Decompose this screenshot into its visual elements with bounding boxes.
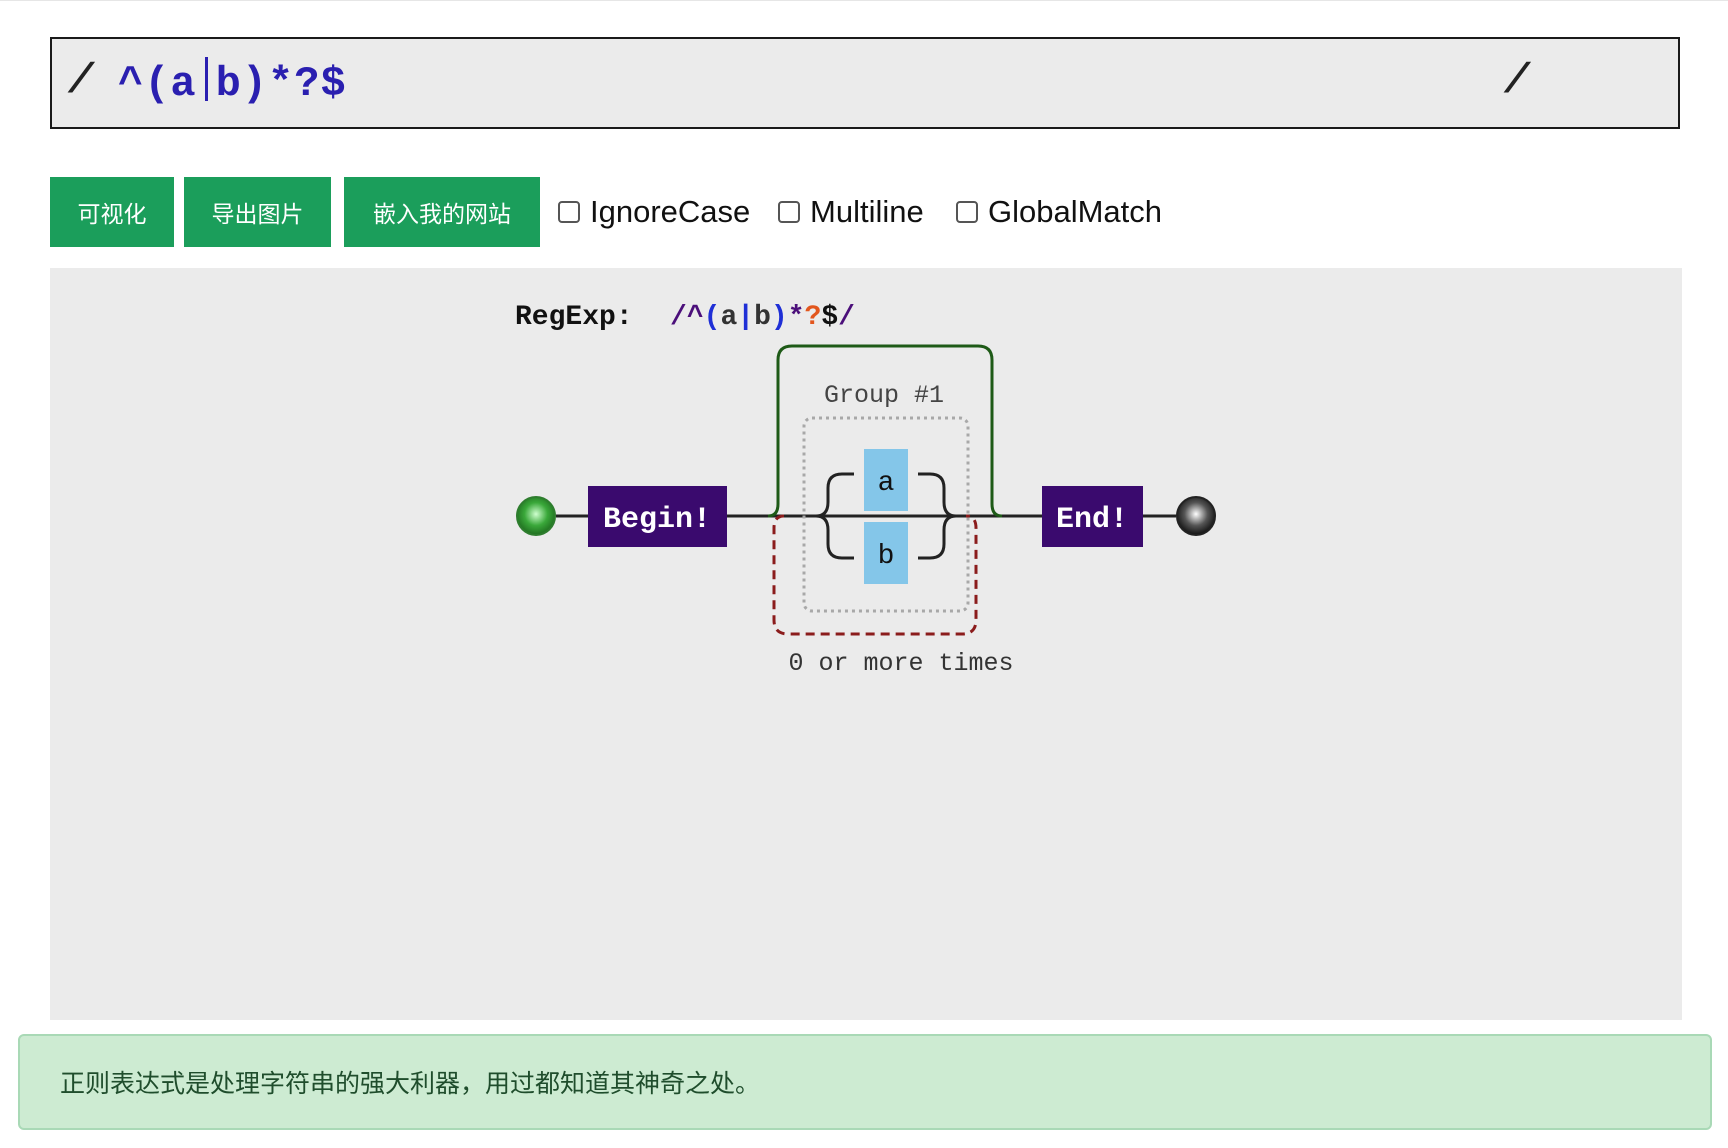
start-node-icon [516, 496, 556, 536]
title-token: / [838, 302, 855, 333]
regex-input-box[interactable]: / ^(a b)*?$ / [50, 37, 1680, 129]
visualize-button[interactable]: 可视化 [50, 177, 174, 247]
group-label: Group #1 [824, 381, 944, 410]
regex-input[interactable]: ^(a b)*?$ [118, 57, 347, 117]
begin-label: Begin! [603, 503, 711, 537]
title-token: ) [771, 302, 788, 333]
globalmatch-checkbox[interactable] [956, 201, 978, 223]
char-a: a [878, 468, 895, 499]
regex-part-2: b)*?$ [215, 60, 347, 108]
multiline-checkbox[interactable] [778, 201, 800, 223]
title-token: ? [805, 302, 822, 333]
regex-left-slash: / [68, 57, 94, 105]
title-token: / [670, 302, 687, 333]
title-token: * [788, 302, 805, 333]
title-token: ^ [687, 302, 704, 333]
globalmatch-label: GlobalMatch [988, 194, 1163, 229]
railroad-diagram: RegExp: /^(a|b)*?$/ Group #1 a b Begin! [515, 302, 1216, 678]
title-token: | [737, 302, 754, 333]
embed-site-button[interactable]: 嵌入我的网站 [344, 177, 540, 247]
title-token: a [720, 302, 737, 333]
regex-right-slash: / [1504, 57, 1530, 105]
title-token: b [754, 302, 771, 333]
repeat-label: 0 or more times [788, 649, 1013, 678]
visualization-panel: RegExp: /^(a|b)*?$/ Group #1 a b Begin! [50, 268, 1682, 1020]
info-message: 正则表达式是处理字符串的强大利器，用过都知道其神奇之处。 [18, 1034, 1712, 1130]
multiline-label: Multiline [810, 194, 924, 229]
regex-pipe [204, 57, 208, 101]
diagram-title-prefix: RegExp: [515, 302, 633, 333]
regex-part-1: ^(a [118, 60, 197, 108]
ignorecase-checkbox[interactable] [558, 201, 580, 223]
top-divider [0, 0, 1728, 1]
info-message-text: 正则表达式是处理字符串的强大利器，用过都知道其神奇之处。 [60, 1069, 761, 1098]
char-b: b [878, 541, 895, 572]
end-label: End! [1056, 503, 1128, 537]
ignorecase-label: IgnoreCase [590, 194, 751, 229]
end-node-icon [1176, 496, 1216, 536]
ignorecase-option[interactable]: IgnoreCase [558, 194, 750, 230]
export-image-button[interactable]: 导出图片 [184, 177, 331, 247]
title-token: ( [704, 302, 721, 333]
multiline-option[interactable]: Multiline [778, 194, 924, 230]
globalmatch-option[interactable]: GlobalMatch [956, 194, 1162, 230]
title-token: $ [821, 302, 838, 333]
diagram-title-regex: /^(a|b)*?$/ [670, 302, 855, 333]
